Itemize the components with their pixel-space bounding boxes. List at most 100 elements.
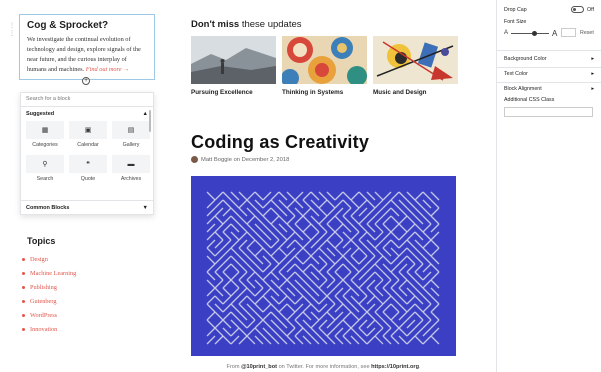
additional-css-row: Additional CSS Class [504, 97, 594, 103]
thumbnail-caption[interactable]: Pursuing Excellence [191, 89, 276, 96]
find-out-more-link[interactable]: Find out more → [86, 66, 130, 73]
drop-cap-toggle[interactable] [571, 6, 585, 13]
font-size-small-marker: A [504, 30, 509, 36]
drop-cap-toggle-group: Off [571, 6, 594, 13]
caption-pre: From [226, 364, 240, 370]
block-option-gallery[interactable]: ▤ Gallery [112, 121, 150, 151]
block-settings-sidebar: Drop Cap Off Font Size A A Reset Backgro… [496, 0, 601, 372]
chevron-down-icon: ▼ [142, 205, 148, 211]
topics-heading: Topics [27, 236, 56, 246]
block-mover-handle[interactable]: ⋮ ⋮ [9, 22, 15, 38]
common-blocks-label: Common Blocks [26, 205, 70, 211]
bullet-icon [22, 285, 25, 289]
folder-icon: ▬ [112, 155, 150, 173]
font-size-large-marker: A [552, 29, 558, 38]
font-size-input[interactable] [561, 28, 576, 37]
divider [497, 67, 601, 68]
bullet-icon [22, 271, 25, 275]
text-color-toggle[interactable]: Text Color ▸ [504, 71, 594, 77]
font-size-slider[interactable] [511, 33, 549, 34]
block-option-label: Archives [120, 176, 142, 182]
block-option-calendar[interactable]: ▣ Calendar [69, 121, 107, 151]
block-option-archives[interactable]: ▬ Archives [112, 155, 150, 185]
suggested-label: Suggested [26, 111, 55, 117]
date-prefix: on [233, 156, 241, 163]
block-option-label: Gallery [122, 142, 140, 148]
topic-link[interactable]: Innovation [22, 322, 76, 336]
topic-label: WordPress [30, 311, 58, 319]
topic-label: Innovation [30, 325, 58, 333]
topic-link[interactable]: Gutenberg [22, 294, 76, 308]
caption-link[interactable]: https://10print.org [371, 364, 419, 370]
divider [497, 82, 601, 83]
font-size-row: Font Size [504, 19, 594, 25]
thumbnail-image-mountain[interactable] [191, 36, 276, 84]
thumbnail-card[interactable]: Thinking in Systems [282, 36, 367, 96]
caption-handle[interactable]: @10print_bot [241, 364, 277, 370]
thumbnail-image-pattern[interactable] [282, 36, 367, 84]
bullet-icon [22, 299, 25, 303]
updates-thumbnails: Pursuing Excellence Thinking in Systems [191, 36, 458, 96]
grid-icon: ▦ [26, 121, 64, 139]
calendar-icon: ▣ [69, 121, 107, 139]
block-search-input[interactable]: Search for a block [21, 93, 153, 107]
maze-image[interactable] [191, 176, 456, 356]
block-option-label: Quote [80, 176, 96, 182]
caption-end: . [418, 364, 421, 370]
block-alignment-label: Block Alignment [504, 86, 542, 92]
thumbnail-caption[interactable]: Thinking in Systems [282, 89, 367, 96]
bullet-icon [22, 327, 25, 331]
topic-link[interactable]: Design [22, 252, 76, 266]
common-blocks-toggle[interactable]: Common Blocks ▼ [21, 200, 153, 215]
additional-css-input[interactable] [504, 107, 593, 117]
background-color-label: Background Color [504, 56, 547, 62]
search-icon: ⚲ [26, 155, 64, 173]
block-inserter-panel: Search for a block Suggested ▲ ▦ Categori… [20, 92, 154, 215]
additional-css-label: Additional CSS Class [504, 97, 555, 103]
block-option-quote[interactable]: ❝ Quote [69, 155, 107, 185]
author-name[interactable]: Matt Boggie [201, 157, 232, 163]
thumbnail-card[interactable]: Pursuing Excellence [191, 36, 276, 96]
chevron-up-icon: ▲ [142, 111, 148, 117]
avatar [191, 156, 198, 163]
image-caption: From @10print_bot on Twitter. For more i… [191, 364, 456, 370]
add-block-button[interactable]: + [82, 77, 90, 85]
inserter-scrollbar[interactable] [149, 110, 151, 132]
font-size-reset-button[interactable]: Reset [580, 30, 594, 36]
post-date[interactable]: December 2, 2018 [242, 157, 290, 163]
caret-right-icon: ▸ [591, 86, 594, 92]
post-title[interactable]: Coding as Creativity [191, 132, 369, 153]
text-color-label: Text Color [504, 71, 528, 77]
drop-cap-row: Drop Cap Off [504, 6, 594, 13]
font-size-label: Font Size [504, 19, 527, 25]
thumbnail-caption[interactable]: Music and Design [373, 89, 458, 96]
topic-link[interactable]: Publishing [22, 280, 76, 294]
suggested-section-toggle[interactable]: Suggested ▲ [21, 107, 153, 121]
block-grid: ▦ Categories ▣ Calendar ▤ Gallery ⚲ Search ❝ Quot… [21, 121, 153, 185]
block-option-label: Categories [32, 142, 58, 148]
cover-text-block[interactable]: Cog & Sprocket? We investigate the conti… [19, 14, 155, 80]
thumbnail-image-abstract[interactable] [373, 36, 458, 84]
topic-label: Design [30, 255, 48, 263]
block-heading: Cog & Sprocket? [27, 20, 109, 31]
block-option-categories[interactable]: ▦ Categories [26, 121, 64, 151]
caption-mid: on Twitter. For more information, see [278, 364, 370, 370]
topic-label: Publishing [30, 283, 57, 291]
topic-link[interactable]: Machine Learning [22, 266, 76, 280]
background-color-toggle[interactable]: Background Color ▸ [504, 56, 594, 62]
block-alignment-toggle[interactable]: Block Alignment ▸ [504, 86, 594, 92]
thumbnail-card[interactable]: Music and Design [373, 36, 458, 96]
bullet-icon [22, 257, 25, 261]
quote-icon: ❝ [69, 155, 107, 173]
updates-heading-rest: these updates [241, 19, 302, 30]
drop-cap-label: Drop Cap [504, 6, 527, 13]
font-size-slider-handle[interactable] [532, 31, 537, 36]
caret-right-icon: ▸ [591, 56, 594, 62]
drop-cap-state: Off [587, 6, 594, 13]
topic-label: Gutenberg [30, 297, 57, 305]
updates-heading-strong: Don't miss [191, 19, 240, 30]
topic-label: Machine Learning [30, 269, 77, 277]
block-option-search[interactable]: ⚲ Search [26, 155, 64, 185]
caret-right-icon: ▸ [591, 71, 594, 77]
topic-link[interactable]: WordPress [22, 308, 76, 322]
